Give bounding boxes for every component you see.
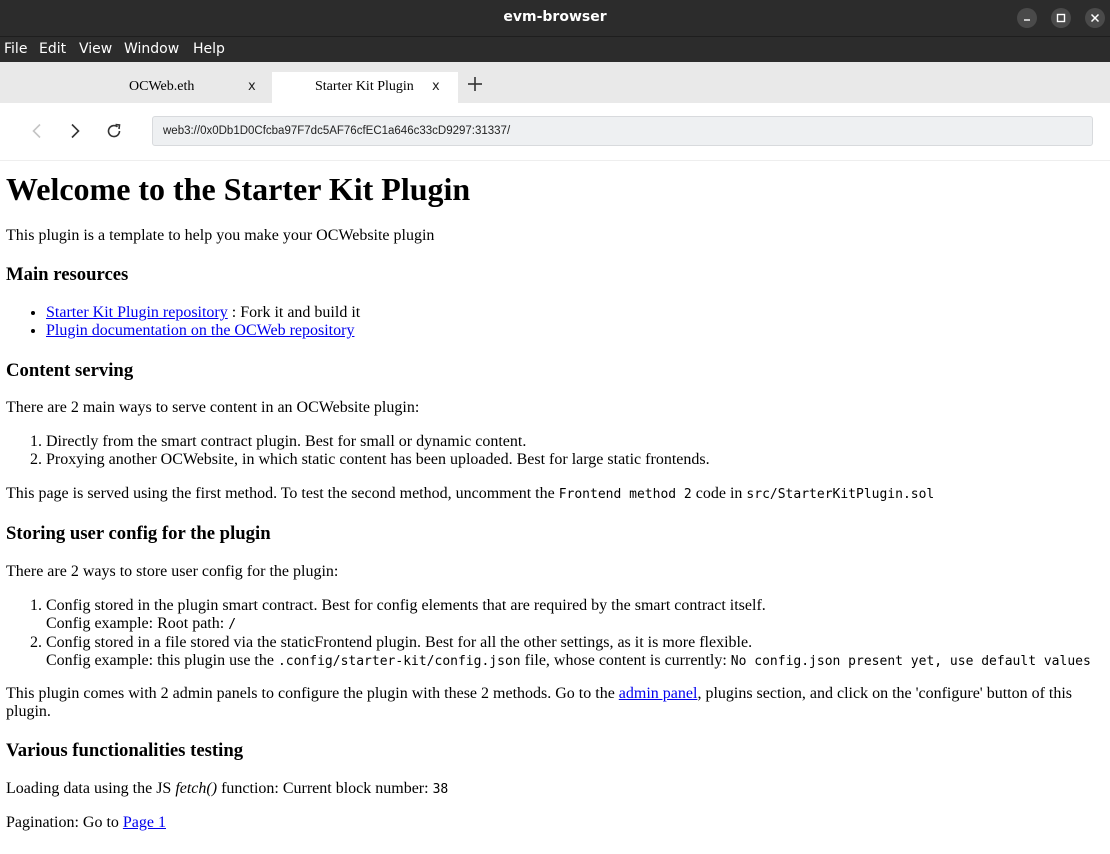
window-title: evm-browser (503, 9, 607, 25)
maximize-button[interactable] (1051, 8, 1071, 28)
list-item: Starter Kit Plugin repository : Fork it … (46, 304, 360, 322)
content-serving-note: This page is served using the first meth… (6, 485, 934, 504)
window-titlebar: evm-browser (0, 0, 1110, 36)
content-serving-list: Directly from the smart contract plugin.… (6, 433, 710, 469)
note-text: code in (691, 485, 747, 502)
pagination-label: Pagination: Go to (6, 814, 123, 831)
pagination-text: Pagination: Go to Page 1 (6, 814, 166, 832)
admin-text: This plugin comes with 2 admin panels to… (6, 685, 619, 702)
section-title-content-serving: Content serving (6, 360, 134, 381)
reload-icon[interactable] (106, 123, 122, 139)
tab-close-button[interactable]: x (248, 79, 256, 94)
menu-help[interactable]: Help (193, 41, 225, 57)
list-item-text: Config stored in a file stored via the s… (46, 634, 753, 651)
admin-panel-text: This plugin comes with 2 admin panels to… (6, 685, 1072, 721)
tab-label: OCWeb.eth (129, 79, 195, 94)
section-title-functionalities: Various functionalities testing (6, 740, 244, 761)
block-number: 38 (432, 782, 449, 797)
fetch-text: Loading data using the JS fetch() functi… (6, 780, 448, 799)
address-bar[interactable] (152, 116, 1093, 146)
user-config-list: Config stored in the plugin smart contra… (6, 597, 1091, 671)
list-item-text: file, whose content is currently: (520, 652, 731, 669)
tab-starter-kit-plugin[interactable]: Starter Kit Plugin x (272, 72, 458, 103)
new-tab-button[interactable] (466, 75, 484, 93)
resources-list: Starter Kit Plugin repository : Fork it … (6, 304, 360, 340)
tab-close-button[interactable]: x (432, 79, 440, 94)
user-config-intro: There are 2 ways to store user config fo… (6, 563, 339, 580)
config-value: No config.json present yet, use default … (730, 654, 1091, 669)
page-1-link[interactable]: Page 1 (123, 814, 166, 831)
tab-ocweb[interactable]: OCWeb.eth x (0, 72, 272, 103)
forward-icon[interactable] (67, 123, 83, 139)
tab-bar: OCWeb.eth x Starter Kit Plugin x (0, 62, 1110, 103)
tab-label: Starter Kit Plugin (315, 79, 414, 94)
list-item: Plugin documentation on the OCWeb reposi… (46, 322, 360, 340)
menu-view[interactable]: View (79, 41, 112, 57)
admin-panel-link[interactable]: admin panel (619, 685, 698, 702)
list-item: Proxying another OCWebsite, in which sta… (46, 451, 710, 469)
menu-file[interactable]: File (4, 41, 27, 57)
fetch-label: Loading data using the JS (6, 780, 176, 797)
close-window-button[interactable] (1085, 8, 1105, 28)
menu-bar: File Edit View Window Help (0, 36, 1110, 63)
list-item: Config stored in a file stored via the s… (46, 634, 1091, 671)
fetch-function-name: fetch() (175, 780, 218, 797)
navigation-bar (0, 103, 1110, 161)
list-item-text: Config stored in the plugin smart contra… (46, 597, 766, 614)
content-serving-intro: There are 2 main ways to serve content i… (6, 399, 420, 416)
plugin-docs-link[interactable]: Plugin documentation on the OCWeb reposi… (46, 322, 354, 339)
fetch-label: function: Current block number: (217, 780, 433, 797)
admin-text: plugin. (6, 703, 51, 720)
admin-text: , plugins section, and click on the 'con… (697, 685, 1073, 702)
list-item-text: : Fork it and build it (227, 304, 361, 321)
code-snippet: / (228, 617, 237, 632)
note-text: This page is served using the first meth… (6, 485, 559, 502)
list-item: Directly from the smart contract plugin.… (46, 433, 710, 451)
menu-edit[interactable]: Edit (39, 41, 66, 57)
list-item-text: Config example: Root path: (46, 615, 229, 632)
section-title-main-resources: Main resources (6, 264, 129, 285)
menu-window[interactable]: Window (124, 41, 179, 57)
starter-kit-repo-link[interactable]: Starter Kit Plugin repository (46, 304, 228, 321)
maximize-icon (1056, 13, 1066, 23)
code-snippet: Frontend method 2 (558, 487, 692, 502)
code-snippet: src/StarterKitPlugin.sol (746, 487, 935, 502)
back-icon[interactable] (29, 123, 45, 139)
minimize-button[interactable] (1017, 8, 1037, 28)
code-snippet: .config/starter-kit/config.json (277, 654, 521, 669)
list-item-text: Config example: this plugin use the (46, 652, 278, 669)
page-title: Welcome to the Starter Kit Plugin (6, 171, 471, 207)
close-icon (1090, 13, 1100, 23)
list-item: Config stored in the plugin smart contra… (46, 597, 1091, 634)
minimize-icon (1024, 19, 1030, 21)
url-input[interactable] (163, 122, 1063, 140)
section-title-user-config: Storing user config for the plugin (6, 523, 271, 544)
intro-text: This plugin is a template to help you ma… (6, 227, 435, 244)
